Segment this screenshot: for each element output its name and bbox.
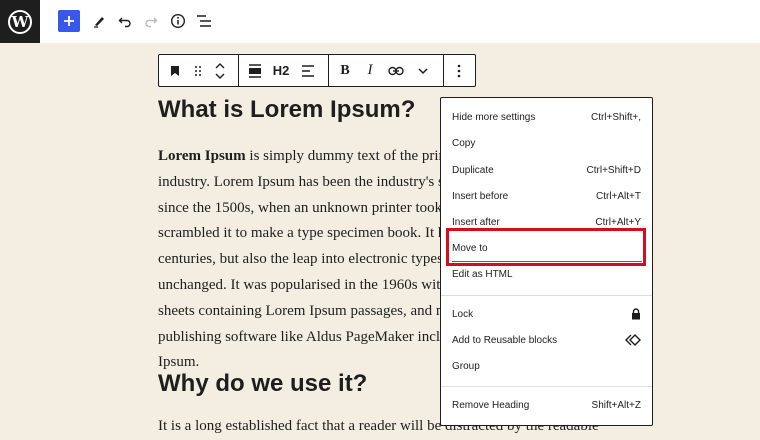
menu-item-group[interactable]: Group bbox=[452, 356, 641, 376]
block-type-button[interactable] bbox=[244, 55, 266, 86]
italic-button[interactable]: I bbox=[360, 55, 380, 86]
menu-item-label: Group bbox=[452, 360, 480, 372]
bold-text: Lorem Ipsum bbox=[158, 148, 246, 164]
drag-handle[interactable] bbox=[187, 55, 209, 86]
menu-item-label: Copy bbox=[452, 137, 476, 149]
undo-button[interactable] bbox=[114, 10, 136, 32]
more-vertical-icon bbox=[457, 64, 461, 77]
menu-item-shortcut: Ctrl+Shift+D bbox=[586, 164, 641, 176]
menu-item-shortcut: Shift+Alt+Z bbox=[591, 399, 641, 411]
toolbar-divider bbox=[443, 55, 444, 86]
pen-icon bbox=[94, 17, 104, 28]
menu-item-duplicate[interactable]: Duplicate Ctrl+Shift+D bbox=[452, 160, 641, 180]
paragraph-line: is simply dummy text of the prin bbox=[245, 148, 447, 164]
lock-icon bbox=[632, 308, 640, 320]
text-align-button[interactable] bbox=[297, 55, 319, 86]
menu-item-remove-heading[interactable]: Remove Heading Shift+Alt+Z bbox=[452, 395, 641, 415]
menu-item-label: Insert after bbox=[452, 216, 500, 228]
heading-level-button[interactable]: H2 bbox=[268, 55, 294, 86]
bookmark-button[interactable] bbox=[164, 55, 186, 86]
align-left-icon bbox=[302, 64, 314, 77]
toolbar-divider bbox=[328, 55, 329, 86]
menu-item-label: Remove Heading bbox=[452, 399, 530, 411]
editor-top-bar: W bbox=[0, 0, 760, 43]
wordpress-logo[interactable]: W bbox=[0, 0, 40, 43]
wordpress-icon: W bbox=[8, 9, 32, 34]
menu-item-label: Edit as HTML bbox=[452, 268, 513, 280]
menu-item-lock[interactable]: Lock bbox=[452, 304, 641, 324]
drag-handle-icon bbox=[195, 65, 201, 76]
menu-item-label: Hide more settings bbox=[452, 111, 536, 123]
reusable-block-icon bbox=[625, 334, 641, 346]
menu-item-label: Lock bbox=[452, 308, 474, 320]
menu-item-hide-more-settings[interactable]: Hide more settings Ctrl+Shift+, bbox=[452, 107, 641, 127]
menu-item-copy[interactable]: Copy bbox=[452, 133, 641, 153]
chevron-down-icon bbox=[418, 67, 428, 74]
undo-icon bbox=[118, 17, 131, 28]
redo-button[interactable] bbox=[140, 10, 162, 32]
menu-divider bbox=[441, 386, 652, 387]
heading-block[interactable]: What is Lorem Ipsum? bbox=[158, 96, 415, 124]
bold-button[interactable]: B bbox=[334, 55, 356, 86]
more-rich-text-button[interactable] bbox=[412, 55, 434, 86]
info-icon bbox=[170, 13, 186, 29]
list-view-button[interactable] bbox=[193, 10, 215, 32]
align-full-icon bbox=[249, 63, 261, 78]
red-highlight-box bbox=[446, 228, 646, 266]
menu-item-insert-before[interactable]: Insert before Ctrl+Alt+T bbox=[452, 186, 641, 206]
menu-item-label: Insert before bbox=[452, 190, 509, 202]
bookmark-icon bbox=[171, 65, 179, 76]
add-block-button[interactable] bbox=[58, 10, 80, 32]
list-view-icon bbox=[197, 15, 211, 27]
menu-item-label: Duplicate bbox=[452, 164, 494, 176]
menu-item-add-to-reusable-blocks[interactable]: Add to Reusable blocks bbox=[452, 330, 641, 350]
block-toolbar: H2 B I bbox=[158, 54, 476, 87]
details-button[interactable] bbox=[167, 10, 189, 32]
menu-item-shortcut: Ctrl+Alt+T bbox=[595, 190, 641, 202]
menu-item-edit-as-html[interactable]: Edit as HTML bbox=[452, 264, 641, 284]
link-button[interactable] bbox=[385, 55, 407, 86]
heading-block-2[interactable]: Why do we use it? bbox=[158, 370, 367, 398]
link-icon bbox=[388, 66, 404, 75]
redo-icon bbox=[145, 17, 158, 28]
plus-icon bbox=[64, 16, 74, 26]
tools-button[interactable] bbox=[88, 10, 110, 32]
menu-item-shortcut: Ctrl+Alt+Y bbox=[595, 216, 641, 228]
menu-divider bbox=[441, 295, 652, 296]
menu-item-label: Add to Reusable blocks bbox=[452, 334, 558, 346]
toolbar-divider bbox=[238, 55, 239, 86]
options-button[interactable] bbox=[448, 55, 470, 86]
move-up-down-button[interactable] bbox=[209, 55, 231, 86]
menu-item-shortcut: Ctrl+Shift+, bbox=[590, 111, 641, 123]
chevron-up-down-icon bbox=[215, 62, 225, 79]
